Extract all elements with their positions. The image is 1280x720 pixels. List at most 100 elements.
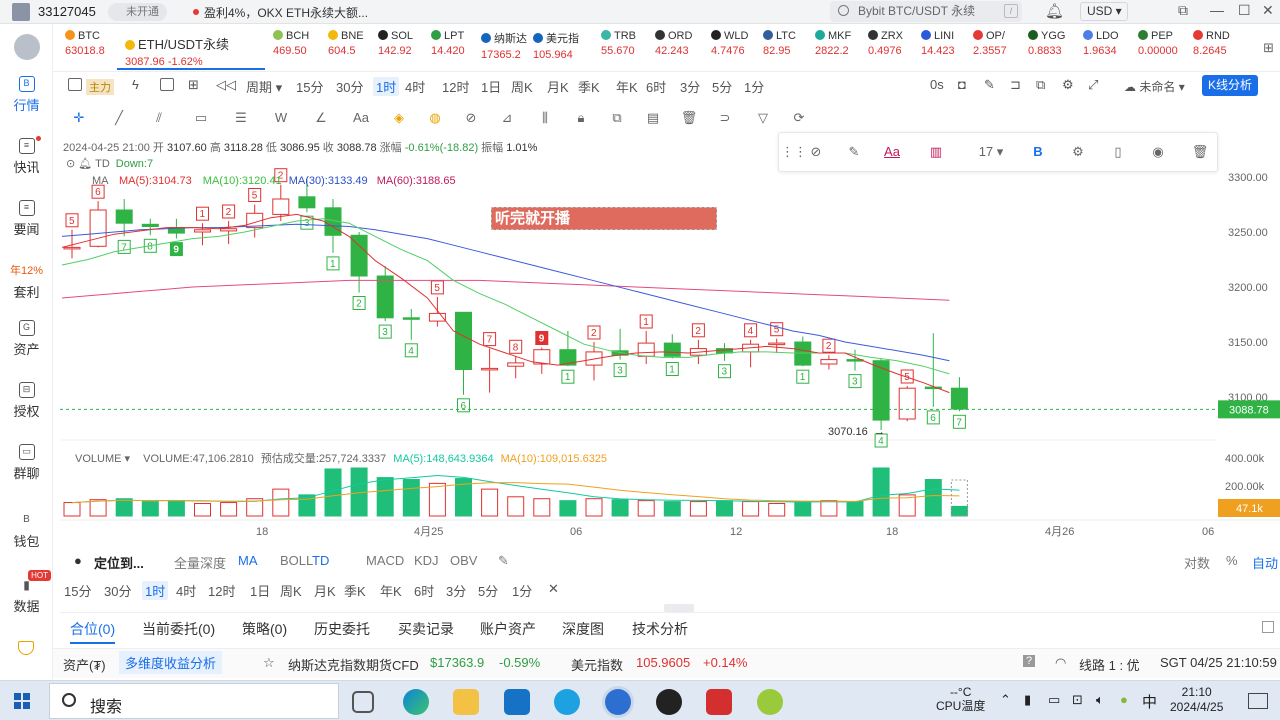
candle[interactable]	[376, 275, 394, 319]
interval-tab-3[interactable]: 4时	[405, 77, 425, 96]
volume-legend[interactable]: VOLUME ▾ VOLUME:47,106.2810 预估成交量:257,72…	[75, 450, 607, 466]
ticker-sol[interactable]: SOL 142.92	[378, 30, 413, 70]
delete-icon[interactable]: 🗑︎	[1191, 144, 1209, 160]
measure-icon[interactable]: ⊿	[498, 110, 516, 126]
crosshair-icon[interactable]: ✛	[70, 110, 88, 126]
ticker-zrx[interactable]: ZRX 0.4976	[868, 30, 903, 70]
price-chart[interactable]: 3300.003250.003200.003150.003100.00400.0…	[60, 135, 1280, 545]
candle[interactable]	[63, 246, 81, 250]
ticker-lpt[interactable]: LPT 14.420	[431, 30, 465, 70]
eye-icon[interactable]: ◉	[1149, 144, 1167, 160]
indicator-tab-td[interactable]: TD	[312, 553, 329, 568]
interval-tab-1[interactable]: 30分	[336, 77, 363, 96]
interval-tab-secondary-1[interactable]: 30分	[104, 581, 131, 600]
candle[interactable]	[898, 387, 916, 420]
app-icon-dark[interactable]	[656, 689, 682, 715]
volume-bar[interactable]	[167, 500, 185, 517]
lock-icon[interactable]: 🔒︎	[572, 110, 590, 126]
interval-tab-4[interactable]: 12时	[442, 77, 469, 96]
indicator-tab-macd[interactable]: MACD	[366, 553, 404, 568]
tray-expand-icon[interactable]: ⌃	[1000, 692, 1011, 708]
line-status[interactable]: 线路 1 : 优	[1079, 655, 1140, 674]
annotation-banner[interactable]: 听完就开播	[491, 207, 717, 230]
flash-icon[interactable]: ϟ	[132, 77, 139, 92]
candle[interactable]	[663, 342, 681, 357]
channel-icon[interactable]: ⫽	[150, 110, 168, 126]
volume-bar[interactable]	[428, 482, 446, 517]
more-tickers-icon[interactable]: ⊞	[1263, 40, 1274, 56]
bell-icon[interactable]: 🔔︎	[1045, 2, 1064, 20]
line-icon[interactable]: ╱	[110, 110, 128, 126]
candle[interactable]	[794, 341, 812, 366]
td-legend[interactable]: ⊙ 🔔︎ TD Down:7	[66, 157, 153, 170]
sidebar-item-data[interactable]: HOT ▮ 数据	[0, 570, 53, 615]
ruler-icon[interactable]: ⊘	[462, 110, 480, 126]
sidebar-item-arbitrage[interactable]: 年12% 套利	[0, 262, 53, 301]
interval-tab-secondary-2[interactable]: 1时	[142, 581, 169, 600]
candle[interactable]	[768, 342, 786, 346]
candle[interactable]	[350, 234, 368, 277]
avatar[interactable]	[12, 3, 30, 21]
interval-tab-2[interactable]: 1时	[373, 77, 400, 96]
ticker-op[interactable]: OP/2.3557	[973, 30, 1007, 70]
volume-bar[interactable]	[194, 503, 211, 517]
interval-tab-secondary-7[interactable]: 月K	[314, 581, 336, 600]
global-search[interactable]: Bybit BTC/USDT 永续 /	[830, 1, 1022, 22]
layout-name-select[interactable]: ☁ 未命名 ▾	[1124, 78, 1185, 95]
bottom-tab-5[interactable]: 账户资产	[480, 619, 536, 639]
star-icon[interactable]: ☆	[263, 655, 275, 671]
task-view-icon[interactable]	[352, 691, 374, 713]
volume-bar[interactable]	[272, 488, 290, 517]
candle[interactable]	[89, 209, 107, 247]
candle[interactable]	[220, 228, 238, 232]
ticker-btc[interactable]: BTC 63018.8	[65, 30, 105, 70]
app-tray-icon[interactable]: ●	[1120, 692, 1128, 707]
edge-icon[interactable]	[403, 689, 429, 715]
text-icon[interactable]: Aa	[352, 110, 370, 126]
chart-type-icon[interactable]	[68, 78, 82, 91]
ticker-ord[interactable]: ORD 42.243	[655, 30, 692, 70]
trash-icon[interactable]: 🗑︎	[680, 110, 698, 126]
volume-bar[interactable]	[950, 505, 968, 517]
settings-icon[interactable]: ⚙	[1069, 144, 1087, 160]
volume-bar[interactable]	[376, 477, 394, 517]
ticker-[interactable]: 美元指 105.964	[533, 30, 579, 70]
interval-tab-secondary-10[interactable]: 6时	[414, 581, 434, 600]
interval-tab-10[interactable]: 6时	[646, 77, 666, 96]
note-icon[interactable]: ▤	[644, 110, 662, 126]
phone-icon[interactable]: ▮	[1024, 692, 1031, 708]
candle[interactable]	[402, 317, 420, 320]
ticker-ygg[interactable]: YGG 0.8833	[1028, 30, 1065, 70]
app-icon-green[interactable]	[757, 689, 783, 715]
volume-bar[interactable]	[924, 479, 942, 517]
interval-tab-secondary-6[interactable]: 周K	[280, 581, 302, 600]
network-icon[interactable]: ⊡	[1072, 692, 1083, 708]
volume-bar[interactable]	[507, 496, 525, 517]
minimize-icon[interactable]: —	[1210, 2, 1224, 18]
interval-tab-secondary-12[interactable]: 5分	[478, 581, 498, 600]
interval-tab-secondary-11[interactable]: 3分	[446, 581, 466, 600]
volume-icon[interactable]: 🔈︎	[1096, 692, 1104, 708]
lock-icon[interactable]: ▯	[1109, 144, 1127, 160]
copy-icon[interactable]: ⧉	[1036, 77, 1045, 93]
volume-bar[interactable]	[533, 498, 551, 517]
forecast-icon[interactable]: ◍	[426, 110, 444, 126]
indicator-tab-boll[interactable]: BOLL	[280, 553, 313, 568]
interval-tab-9[interactable]: 年K	[616, 77, 638, 96]
sidebar-item-market[interactable]: B 行情	[0, 76, 53, 114]
currency-select[interactable]: USD ▾	[1080, 2, 1128, 21]
bottom-tab-3[interactable]: 历史委托	[314, 619, 370, 639]
ticker-ethusdt[interactable]: ETH/USDT永续 3087.96 -1.62%	[117, 28, 265, 70]
volume-bar[interactable]	[742, 501, 760, 517]
locate-button[interactable]: 定位到...	[94, 553, 144, 572]
battery-icon[interactable]: ▭	[1048, 692, 1060, 708]
scale-option-0[interactable]: 对数	[1184, 553, 1210, 572]
volume-bar[interactable]	[220, 502, 238, 517]
sidebar-item-chat[interactable]: ▭ 群聊	[0, 444, 53, 482]
interval-tab-8[interactable]: 季K	[578, 77, 600, 96]
nasdaq-label[interactable]: 纳斯达克指数期货CFD	[288, 655, 419, 674]
candle[interactable]	[115, 209, 133, 224]
restore-icon[interactable]: ⧉	[1178, 2, 1188, 19]
zhuli-indicator[interactable]: 主力	[86, 79, 114, 95]
interval-tab-secondary-3[interactable]: 4时	[176, 581, 196, 600]
